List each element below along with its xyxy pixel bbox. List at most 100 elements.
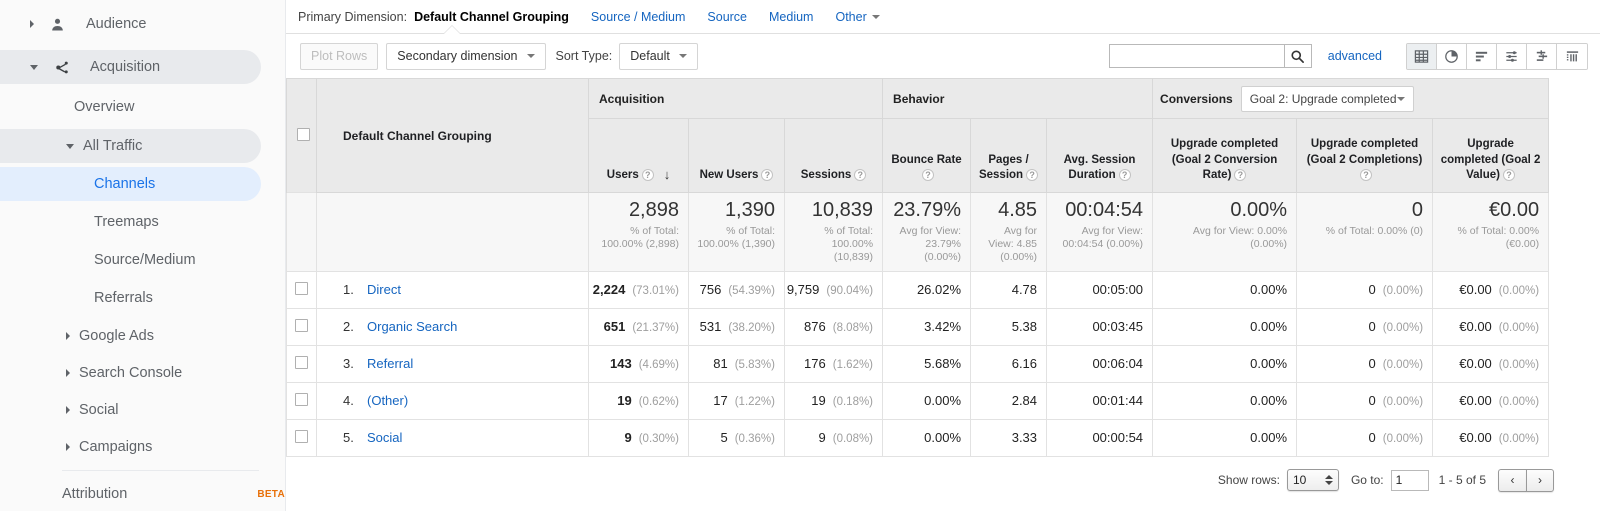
sidebar-item-source-medium[interactable]: Source/Medium [0,243,285,277]
table-row[interactable]: 2. Organic Search 651(21.37%) 531(38.20%… [287,308,1549,345]
row-goal-value: €0.00(0.00%) [1433,382,1549,419]
chevron-right-icon [66,332,70,340]
sidebar-item-audience[interactable]: Audience [0,7,285,41]
advanced-link[interactable]: advanced [1328,49,1382,63]
metric-header-sessions[interactable]: Sessions? [785,119,883,193]
table-row[interactable]: 3. Referral 143(4.69%) 81(5.83%) 176(1.6… [287,345,1549,382]
primary-dimension-medium[interactable]: Medium [769,10,813,24]
sort-desc-icon[interactable]: ↓ [664,166,671,184]
table-row[interactable]: 4. (Other) 19(0.62%) 17(1.22%) 19(0.18%)… [287,382,1549,419]
sidebar-item-label: Campaigns [79,439,285,455]
metric-header-goal2-conversion-rate[interactable]: Upgrade completed (Goal 2 Conversion Rat… [1153,119,1297,193]
row-new-users: 531(38.20%) [689,308,785,345]
select-all-checkbox[interactable] [297,128,310,141]
secondary-dimension-button[interactable]: Secondary dimension [386,43,545,70]
row-dimension-link[interactable]: Organic Search [367,319,457,334]
next-page-button[interactable]: › [1526,469,1554,492]
sidebar-item-overview[interactable]: Overview [0,90,285,124]
value: 0.00% [1250,282,1287,297]
metric-header-goal2-completions[interactable]: Upgrade completed (Goal 2 Completions)? [1297,119,1433,193]
row-dimension-link[interactable]: Social [367,430,402,445]
row-dimension-cell: 2. Organic Search [317,308,589,345]
metric-header-goal2-value[interactable]: Upgrade completed (Goal 2 Value)? [1433,119,1549,193]
table-view-icon[interactable] [1407,44,1437,69]
help-icon[interactable]: ? [761,169,773,181]
row-dimension-link[interactable]: Direct [367,282,401,297]
percent: (1.62%) [833,359,873,371]
row-dimension-link[interactable]: Referral [367,356,413,371]
help-icon[interactable]: ? [1360,169,1372,181]
goto-input[interactable] [1391,470,1429,491]
sidebar-item-label: Social [79,402,285,418]
percent: (38.20%) [728,322,775,334]
value: 143 [610,356,632,371]
sidebar-item-google-ads[interactable]: Google Ads [0,319,285,353]
sidebar-item-attribution[interactable]: Attribution BETA [0,477,285,511]
row-bounce-rate: 3.42% [883,308,971,345]
help-icon[interactable]: ? [1026,169,1038,181]
row-checkbox[interactable] [295,430,308,443]
bar-chart-view-icon[interactable] [1467,44,1497,69]
plot-rows-button[interactable]: Plot Rows [300,43,378,70]
help-icon[interactable]: ? [1119,169,1131,181]
primary-dimension-source-medium[interactable]: Source / Medium [591,10,685,24]
sort-type-button[interactable]: Default [619,43,698,70]
row-checkbox[interactable] [295,319,308,332]
sidebar-item-acquisition[interactable]: Acquisition [0,50,285,84]
table-row[interactable]: 5. Social 9(0.30%) 5(0.36%) 9(0.08%) 0.0… [287,419,1549,456]
pie-chart-view-icon[interactable] [1437,44,1467,69]
metric-header-users[interactable]: Users?↓ [589,119,689,193]
primary-dimension-source[interactable]: Source [707,10,747,24]
row-dimension-link[interactable]: (Other) [367,393,408,408]
value: 176 [804,356,826,371]
help-icon[interactable]: ? [922,169,934,181]
chevron-down-icon [872,15,880,19]
active-tab-indicator [444,26,460,34]
primary-dimension-active[interactable]: Default Channel Grouping [414,10,569,24]
help-icon[interactable]: ? [1234,169,1246,181]
sidebar-item-all-traffic[interactable]: All Traffic [0,129,285,163]
sidebar-item-treemaps[interactable]: Treemaps [0,205,285,239]
sidebar-item-social[interactable]: Social [0,393,285,427]
chevron-down-icon [679,54,687,58]
primary-dimension-bar: Primary Dimension: Default Channel Group… [286,0,1600,34]
dimension-header[interactable]: Default Channel Grouping [317,79,589,193]
pivot-view-icon[interactable] [1557,44,1587,69]
help-icon[interactable]: ? [854,169,866,181]
row-bounce-rate: 26.02% [883,271,971,308]
metric-header-new-users[interactable]: New Users? [689,119,785,193]
row-pages-session: 3.33 [971,419,1047,456]
help-icon[interactable]: ? [1503,169,1515,181]
sidebar-item-campaigns[interactable]: Campaigns [0,430,285,464]
value: 9 [624,430,631,445]
comparison-view-icon[interactable] [1527,44,1557,69]
sidebar-item-referrals[interactable]: Referrals [0,281,285,315]
performance-view-icon[interactable] [1497,44,1527,69]
conversions-goal-select[interactable]: Goal 2: Upgrade completed [1241,86,1414,112]
row-dimension-cell: 3. Referral [317,345,589,382]
row-checkbox[interactable] [295,393,308,406]
row-dimension-cell: 5. Social [317,419,589,456]
metric-header-pages-session[interactable]: Pages / Session? [971,119,1047,193]
sidebar-item-channels[interactable]: Channels [0,167,285,201]
metric-header-bounce-rate[interactable]: Bounce Rate? [883,119,971,193]
totals-value: 23.79% [889,199,961,223]
search-button[interactable] [1284,44,1312,68]
table-row[interactable]: 1. Direct 2,224(73.01%) 756(54.39%) 9,75… [287,271,1549,308]
metric-header-avg-session-duration[interactable]: Avg. Session Duration? [1047,119,1153,193]
row-checkbox[interactable] [295,356,308,369]
show-rows-select[interactable]: 10 [1287,469,1339,491]
chevron-right-icon [66,369,70,377]
sidebar-item-search-console[interactable]: Search Console [0,356,285,390]
search-input[interactable] [1109,44,1284,68]
row-checkbox[interactable] [295,282,308,295]
value: €0.00 [1459,430,1492,445]
sort-type-value: Default [630,49,670,63]
totals-sub: % of Total: 100.00% (2,898) [595,225,679,252]
prev-page-button[interactable]: ‹ [1498,469,1526,492]
totals-sub: Avg for View: 0.00% (0.00%) [1159,225,1287,252]
help-icon[interactable]: ? [642,169,654,181]
value: 0.00% [924,393,961,408]
value: 5.38 [1012,319,1037,334]
primary-dimension-other[interactable]: Other [835,10,879,24]
